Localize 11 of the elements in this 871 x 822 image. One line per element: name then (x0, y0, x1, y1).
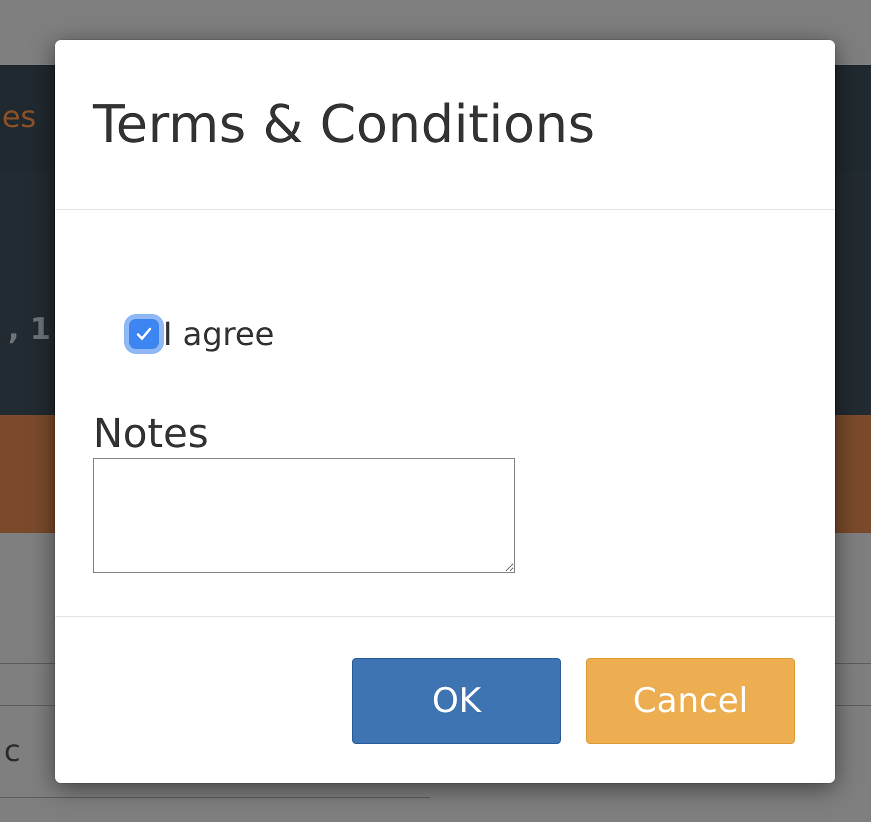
notes-field[interactable] (93, 458, 515, 573)
notes-label: Notes (93, 410, 210, 458)
agree-label: I agree (163, 314, 274, 355)
nav-link[interactable]: es (2, 95, 36, 140)
cancel-button[interactable]: Cancel (586, 658, 795, 744)
checkmark-icon (136, 327, 152, 341)
header-text: , 1 (8, 315, 51, 345)
table-cell-text: c (4, 733, 20, 771)
ok-button[interactable]: OK (352, 658, 561, 744)
dialog-title: Terms & Conditions (93, 98, 595, 150)
agree-checkbox[interactable] (129, 319, 159, 349)
